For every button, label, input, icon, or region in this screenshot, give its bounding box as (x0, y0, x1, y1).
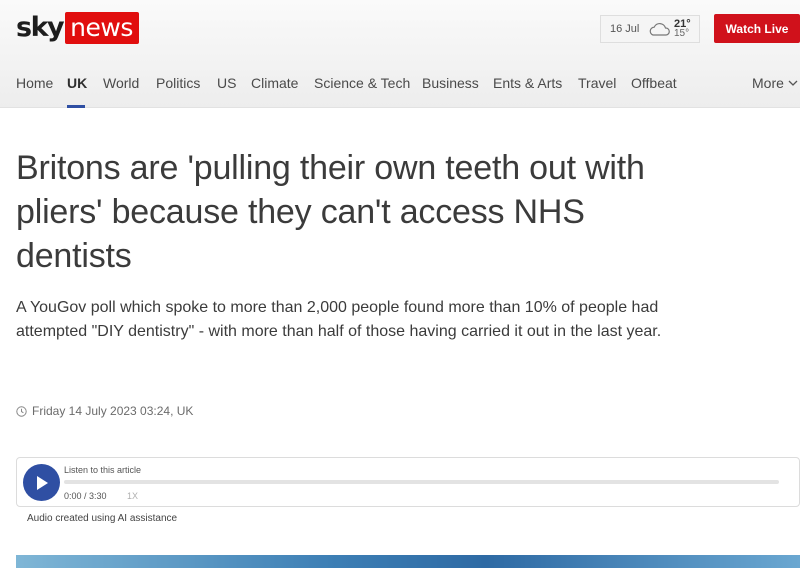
ai-audio-note: Audio created using AI assistance (27, 513, 178, 524)
article-standfirst: A YouGov poll which spoke to more than 2… (16, 299, 662, 340)
cloud-icon (649, 22, 670, 36)
logo-sky-text: sky (16, 12, 65, 43)
play-button[interactable] (23, 464, 60, 501)
logo-news-text: news (65, 12, 139, 44)
play-icon (36, 475, 48, 490)
watch-live-button[interactable]: Watch Live (714, 14, 800, 43)
sky-news-logo[interactable]: sky news (16, 12, 139, 44)
audio-player: Listen to this article 0:00 / 3:30 1X (16, 457, 800, 507)
nav-item-ents-arts[interactable]: Ents & Arts (493, 75, 562, 91)
nav-item-politics[interactable]: Politics (156, 75, 200, 91)
nav-item-world[interactable]: World (103, 75, 139, 91)
audio-time: 0:00 / 3:30 (64, 491, 107, 501)
main-nav: Home UK World Politics US Climate Scienc… (0, 68, 800, 108)
nav-item-science-tech[interactable]: Science & Tech (314, 75, 410, 91)
clock-icon (16, 405, 27, 417)
weather-widget[interactable]: 16 Jul 21° 15° (600, 15, 700, 43)
site-header: sky news 16 Jul 21° 15° Watch Live Home … (0, 0, 800, 108)
nav-more-label: More (752, 75, 784, 91)
article-timestamp: Friday 14 July 2023 03:24, UK (16, 404, 193, 418)
listen-label: Listen to this article (64, 465, 142, 475)
temp-low: 15° (674, 28, 690, 39)
audio-progress-bar[interactable] (64, 480, 779, 484)
chevron-down-icon (788, 80, 798, 86)
nav-item-business[interactable]: Business (422, 75, 479, 91)
nav-item-travel[interactable]: Travel (578, 75, 616, 91)
nav-item-home[interactable]: Home (16, 75, 53, 91)
nav-item-uk[interactable]: UK (67, 75, 87, 91)
nav-item-climate[interactable]: Climate (251, 75, 298, 91)
nav-item-offbeat[interactable]: Offbeat (631, 75, 677, 91)
timestamp-text: Friday 14 July 2023 03:24, UK (32, 404, 194, 418)
weather-date: 16 Jul (610, 23, 640, 35)
nav-more-button[interactable]: More (752, 75, 798, 91)
hero-image (16, 555, 800, 568)
article-headline: Britons are 'pulling their own teeth out… (16, 149, 645, 275)
weather-temps: 21° 15° (674, 19, 691, 39)
nav-item-us[interactable]: US (217, 75, 236, 91)
playback-speed-button[interactable]: 1X (127, 491, 138, 501)
nav-active-indicator (67, 105, 85, 108)
